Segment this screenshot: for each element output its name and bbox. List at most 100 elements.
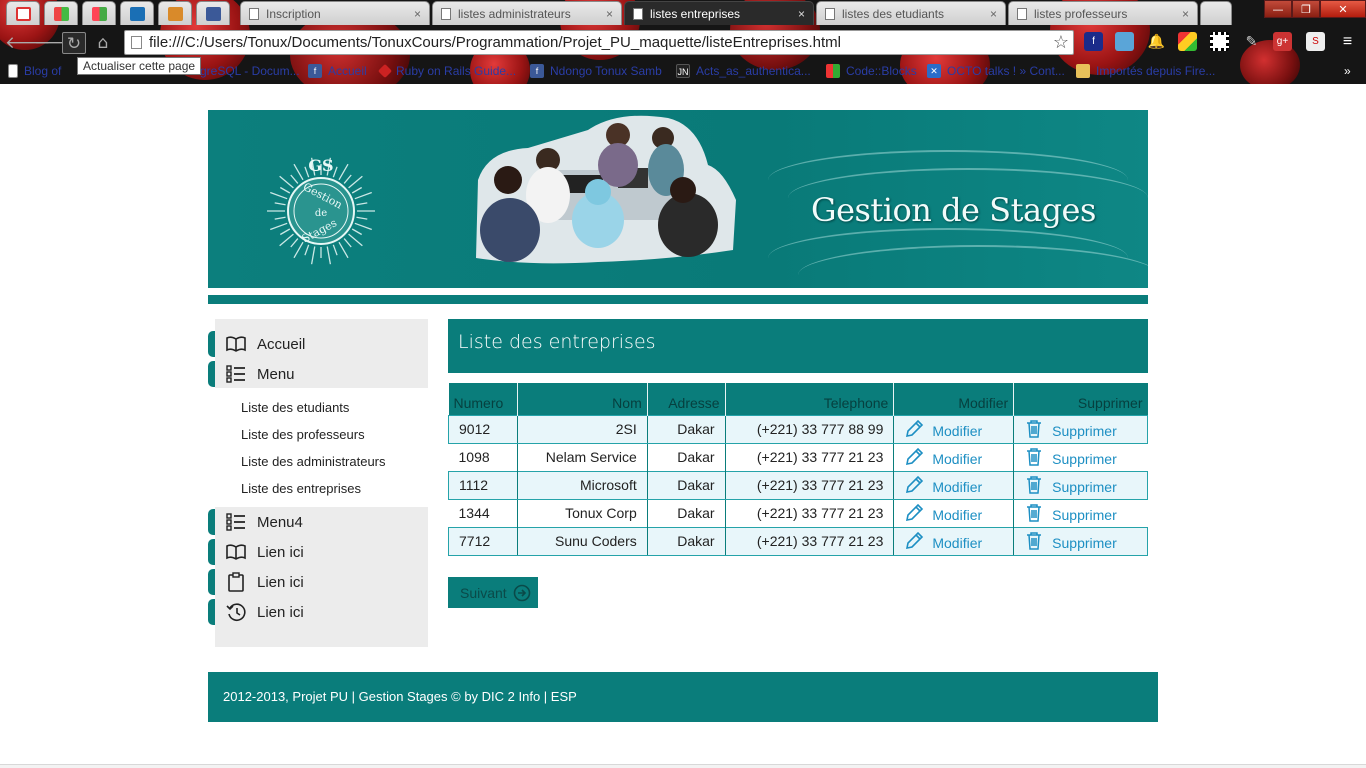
pinned-tab-gmail[interactable] — [6, 1, 40, 25]
submenu-item-administrateurs[interactable]: Liste des administrateurs — [241, 454, 386, 469]
forward-button[interactable]: 🡒 — [34, 32, 80, 54]
sidebar-item-label: Lien ici — [257, 543, 304, 561]
delete-link[interactable]: Supprimer — [1013, 443, 1148, 471]
tab-close-button[interactable]: × — [798, 7, 805, 21]
list-icon — [226, 365, 245, 383]
edit-link[interactable]: Modifier — [893, 443, 1014, 471]
tab-label: listes professeurs — [1034, 6, 1128, 21]
bookmark-item[interactable]: ✕ OCTO talks ! » Cont... — [927, 64, 1065, 78]
bookmark-item[interactable]: f Ndongo Tonux Samb — [530, 64, 662, 78]
bookmarks-bar: Blog of greSQL - Docum... f Accueil Ruby… — [0, 59, 1366, 84]
next-button[interactable]: Suivant — [448, 577, 538, 608]
page-icon — [441, 7, 451, 20]
pencil-icon — [906, 503, 924, 522]
tab-label: listes des etudiants — [842, 6, 945, 21]
bookmark-star-icon[interactable]: ☆ — [1053, 31, 1069, 54]
submenu-item-entreprises[interactable]: Liste des entreprises — [241, 481, 361, 496]
delete-link[interactable]: Supprimer — [1013, 470, 1148, 500]
qr-code-icon[interactable] — [1210, 32, 1229, 51]
cell-adresse: Dakar — [646, 470, 726, 500]
extension-f-icon[interactable]: f — [1084, 32, 1103, 51]
sidebar-marker — [208, 331, 215, 357]
edit-link[interactable]: Modifier — [893, 499, 1014, 527]
pencil-icon — [906, 475, 924, 494]
close-window-button[interactable]: ✕ — [1320, 0, 1366, 18]
bookmark-label: greSQL - Docum... — [200, 64, 300, 78]
tab-close-button[interactable]: × — [990, 7, 997, 21]
logo: GS Gestion de Stages — [267, 156, 375, 265]
menu-icon[interactable]: ≡ — [1338, 32, 1357, 51]
bookmark-label: Acts_as_authentica... — [696, 64, 811, 78]
table-header-row: Numero Nom Adresse Telephone Modifier Su… — [448, 383, 1148, 415]
page-icon — [1017, 7, 1027, 20]
table-row: 7712 Sunu Coders Dakar (+221) 33 777 21 23 M… — [448, 526, 1148, 556]
sidebar-item-lien-3[interactable]: Lien ici — [208, 597, 428, 627]
tab-close-button[interactable]: × — [606, 7, 613, 21]
bookmark-item[interactable]: Blog of — [8, 64, 61, 78]
back-button[interactable]: 🡐 — [5, 32, 51, 54]
svg-text:de: de — [315, 208, 327, 219]
tab-close-button[interactable]: × — [414, 7, 421, 21]
reload-button[interactable]: ↻ — [62, 32, 86, 54]
tab-listes-entreprises[interactable]: listes entreprises × — [624, 1, 814, 25]
bookmark-item[interactable]: Code::Blocks — [826, 64, 917, 78]
extension-color-icon[interactable] — [1178, 32, 1197, 51]
bookmark-folder[interactable]: Importés depuis Fire... — [1076, 64, 1215, 78]
pinned-tab-microsoft[interactable] — [82, 1, 116, 25]
sidebar-item-lien-2[interactable]: Lien ici — [208, 567, 428, 597]
cell-numero: 1098 — [458, 449, 490, 465]
delete-link[interactable]: Supprimer — [1013, 499, 1148, 527]
tab-listes-professeurs[interactable]: listes professeurs × — [1008, 1, 1198, 25]
tab-listes-des-etudiants[interactable]: listes des etudiants × — [816, 1, 1006, 25]
reload-tooltip: Actualiser cette page — [77, 57, 202, 75]
trash-icon — [1027, 476, 1042, 494]
delete-link[interactable]: Supprimer — [1013, 414, 1148, 444]
delete-link[interactable]: Supprimer — [1013, 526, 1148, 556]
pinned-tab-windows[interactable] — [44, 1, 78, 25]
sidebar-item-menu[interactable]: Menu — [208, 359, 428, 389]
submenu-item-professeurs[interactable]: Liste des professeurs — [241, 427, 365, 442]
google-plus-icon[interactable]: g+ — [1273, 32, 1292, 51]
clipboard-icon — [228, 572, 244, 592]
sidebar-item-menu4[interactable]: Menu4 — [208, 507, 428, 537]
sidebar-item-lien-1[interactable]: Lien ici — [208, 537, 428, 567]
pinned-tab-facebook[interactable] — [196, 1, 230, 25]
address-bar[interactable]: file:///C:/Users/Tonux/Documents/TonuxCo… — [124, 30, 1074, 55]
edit-link[interactable]: Modifier — [893, 414, 1014, 444]
pen-icon[interactable]: ✎ — [1242, 32, 1261, 51]
bookmarks-overflow-button[interactable]: » — [1344, 64, 1351, 78]
tab-label: listes administrateurs — [458, 6, 571, 21]
extension-avatar-icon[interactable] — [1115, 32, 1134, 51]
sidebar-marker — [208, 361, 215, 387]
submenu: Liste des etudiants Liste des professeur… — [215, 388, 428, 507]
edit-link[interactable]: Modifier — [893, 526, 1014, 556]
home-button[interactable]: ⌂ — [91, 32, 115, 54]
maximize-button[interactable]: ❐ — [1292, 0, 1320, 18]
bookmark-item[interactable]: greSQL - Docum... — [200, 64, 300, 78]
bookmark-item[interactable]: JN Acts_as_authentica... — [676, 64, 811, 78]
bookmark-item[interactable]: f Accueil — [308, 64, 367, 78]
new-tab-button[interactable] — [1200, 1, 1232, 25]
edit-label: Modifier — [932, 451, 983, 467]
edit-link[interactable]: Modifier — [893, 470, 1014, 500]
sidebar-item-accueil[interactable]: Accueil — [208, 329, 428, 359]
delete-label: Supprimer — [1052, 451, 1117, 467]
extension-s-icon[interactable]: S — [1306, 32, 1325, 51]
window-controls: — ❐ ✕ — [1264, 0, 1366, 18]
sidebar-item-label: Accueil — [257, 335, 306, 353]
bell-icon[interactable]: 🔔 — [1147, 32, 1166, 51]
tab-close-button[interactable]: × — [1182, 7, 1189, 21]
pencil-icon — [906, 531, 924, 550]
edit-label: Modifier — [932, 423, 983, 439]
pinned-tab-trello[interactable] — [120, 1, 154, 25]
bookmark-item[interactable]: Ruby on Rails Guide... — [377, 63, 516, 79]
submenu-item-etudiants[interactable]: Liste des etudiants — [241, 400, 349, 415]
microsoft-icon — [91, 6, 107, 21]
tab-inscription[interactable]: Inscription × — [240, 1, 430, 25]
tab-listes-administrateurs[interactable]: listes administrateurs × — [432, 1, 622, 25]
minimize-button[interactable]: — — [1264, 0, 1292, 18]
cell-telephone: (+221) 33 777 88 99 — [724, 414, 894, 444]
pinned-tab-app[interactable] — [158, 1, 192, 25]
browser-toolbar: 🡐 🡒 ↻ ⌂ file:///C:/Users/Tonux/Documents… — [0, 27, 1366, 59]
table-body: 9012 2SI Dakar (+221) 33 777 88 99 Modifier S… — [448, 414, 1148, 556]
